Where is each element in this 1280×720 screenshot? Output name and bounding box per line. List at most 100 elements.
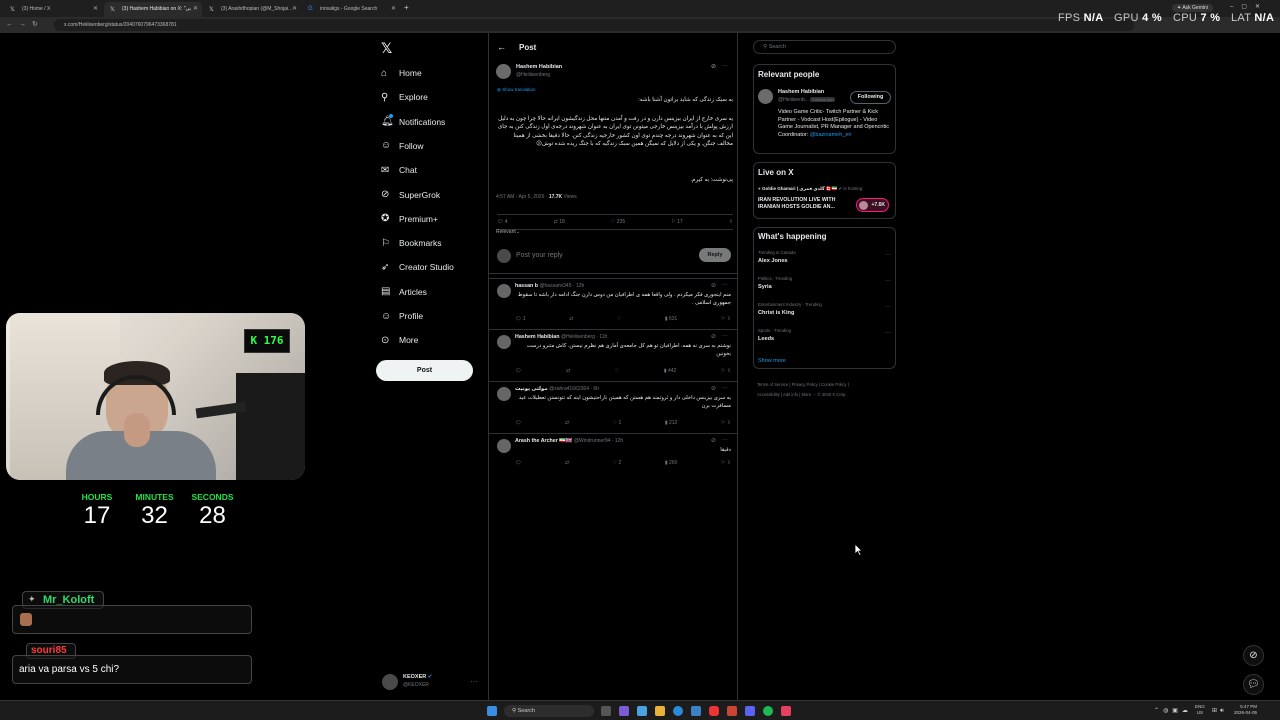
sort-dropdown[interactable]: Relevant⌄ bbox=[496, 229, 520, 235]
more-icon[interactable]: ··· bbox=[885, 252, 891, 258]
nav-arrows-icon[interactable]: ←→↻ bbox=[6, 20, 44, 28]
like-action[interactable]: ♡ 1 bbox=[613, 420, 622, 426]
like-action[interactable]: ♡ 2 bbox=[613, 460, 622, 466]
reply-item[interactable]: Hashem Habibian @Heiiiisenberg · 11h ⊘ ···… bbox=[489, 329, 737, 381]
account-switcher[interactable]: KEOXER ✔ @KEOXER ··· bbox=[382, 672, 482, 694]
tab-profile[interactable]: 𝕏 (3) Arashdhopian (@M_Shojai... ✕ bbox=[203, 2, 301, 17]
reply-action[interactable]: 💬︎ bbox=[515, 420, 521, 426]
grok-icon[interactable]: ⊘ bbox=[711, 282, 716, 289]
windows-start-icon[interactable] bbox=[487, 706, 497, 716]
app-icon[interactable] bbox=[781, 706, 791, 716]
new-tab-button[interactable]: + bbox=[404, 3, 409, 12]
more-icon[interactable]: ··· bbox=[722, 333, 728, 339]
show-translation-link[interactable]: ◍ Show translation bbox=[497, 87, 535, 93]
more-icon[interactable]: ··· bbox=[722, 282, 728, 288]
repost-action[interactable]: ⇄ bbox=[565, 420, 569, 426]
file-explorer-icon[interactable] bbox=[655, 706, 665, 716]
avatar[interactable] bbox=[497, 335, 511, 349]
like-action[interactable]: ♡ 235 bbox=[611, 219, 625, 225]
rp-name[interactable]: Hashem Habibian bbox=[778, 89, 824, 95]
reply-action[interactable]: 💬︎ 1 bbox=[515, 316, 526, 322]
more-icon[interactable]: ··· bbox=[722, 385, 728, 391]
reply-action[interactable]: 💬︎ bbox=[515, 368, 521, 374]
grok-float-button[interactable]: ⊘ bbox=[1243, 645, 1264, 666]
reply-input[interactable]: Post your reply bbox=[516, 252, 563, 259]
reply-action[interactable]: 💬︎ 4 bbox=[497, 219, 508, 225]
footer-links[interactable]: Terms of Service | Privacy Policy | Cook… bbox=[757, 380, 897, 400]
grok-icon[interactable]: ⊘ bbox=[711, 63, 716, 70]
nav-item-profile[interactable]: profile-icon☺ Profile bbox=[381, 305, 486, 327]
following-button[interactable]: Following bbox=[850, 91, 891, 104]
close-icon[interactable]: ✕ bbox=[391, 5, 396, 12]
nav-item-supergrok[interactable]: grok-icon⊘ SuperGrok bbox=[381, 184, 486, 206]
trend-item[interactable]: Trending in Canada Alex Jones ··· bbox=[758, 250, 893, 272]
post-button[interactable]: Post bbox=[376, 360, 473, 381]
reply-item[interactable]: مولتی یونیت @zahra41662364 · 6h ⊘ ··· یه سر… bbox=[489, 381, 737, 433]
close-icon[interactable]: ✕ bbox=[193, 5, 198, 12]
bookmark-share[interactable]: ⚐ ⇪ bbox=[721, 420, 731, 426]
clock[interactable]: 5:47 PM 2026-04-05 bbox=[1234, 704, 1257, 716]
x-logo-icon[interactable]: 𝕏 bbox=[381, 40, 392, 57]
app-icon[interactable] bbox=[637, 706, 647, 716]
live-text[interactable]: IRAN REVOLUTION LIVE WITH IRANIAN HOSTS … bbox=[758, 197, 850, 211]
avatar[interactable] bbox=[496, 64, 511, 79]
reply-action[interactable]: 💬︎ bbox=[515, 460, 521, 466]
nav-item-articles[interactable]: article-icon▤ Articles bbox=[381, 281, 486, 303]
live-host[interactable]: ● Goldie Ghamari | گلدی قمری 🇨🇦🇮🇷 ✔ is h… bbox=[758, 186, 862, 192]
post-handle[interactable]: @Heiiiisenberg bbox=[516, 72, 550, 78]
discord-icon[interactable] bbox=[745, 706, 755, 716]
url-field[interactable]: x.com/Heiiiisenberg/status/2040760796473… bbox=[54, 19, 1134, 31]
nav-item-premium-[interactable]: premium-icon✪ Premium+ bbox=[381, 208, 486, 230]
close-icon[interactable]: ✕ bbox=[93, 5, 98, 12]
ask-gemini-button[interactable]: ✦ Ask Gemini bbox=[1172, 4, 1213, 12]
nav-item-bookmarks[interactable]: bookmark-icon⚐ Bookmarks bbox=[381, 232, 486, 254]
live-listeners-badge[interactable]: +7.6K bbox=[856, 198, 889, 212]
reply-item[interactable]: hassan b @hassanv345 · 12h ⊘ ··· منم اینجور… bbox=[489, 278, 737, 329]
avatar[interactable] bbox=[497, 284, 511, 298]
show-more-link[interactable]: Show more bbox=[758, 358, 786, 364]
bookmark-action[interactable]: ⚐ 17 bbox=[671, 219, 682, 225]
trend-item[interactable]: Entertainment Industry · Trending Christ … bbox=[758, 302, 893, 324]
window-controls[interactable]: –▢✕ bbox=[1230, 3, 1268, 10]
reply-button[interactable]: Reply bbox=[699, 248, 731, 262]
edge-icon[interactable] bbox=[673, 706, 683, 716]
avatar[interactable] bbox=[497, 439, 511, 453]
language-indicator[interactable]: ENG US bbox=[1195, 704, 1205, 716]
more-icon[interactable]: ··· bbox=[885, 330, 891, 336]
more-icon[interactable]: ··· bbox=[722, 63, 728, 69]
store-icon[interactable] bbox=[691, 706, 701, 716]
nav-item-chat[interactable]: chat-icon✉ Chat bbox=[381, 159, 486, 181]
grok-icon[interactable]: ⊘ bbox=[711, 437, 716, 444]
nav-item-creator-studio[interactable]: rocket-icon➶ Creator Studio bbox=[381, 256, 486, 278]
messages-float-button[interactable]: 💬︎ bbox=[1243, 674, 1264, 695]
post-author[interactable]: Hashem Habibian bbox=[516, 64, 562, 70]
spotify-icon[interactable] bbox=[763, 706, 773, 716]
nav-item-more[interactable]: more-circle-icon⊙ More bbox=[381, 329, 486, 351]
app-icon[interactable] bbox=[727, 706, 737, 716]
trend-item[interactable]: Sports · Trending Leeds ··· bbox=[758, 328, 893, 350]
like-action[interactable]: ♡ bbox=[617, 316, 621, 322]
bookmark-share[interactable]: ⚐ ⇪ bbox=[721, 368, 731, 374]
back-arrow-icon[interactable]: ← bbox=[497, 42, 506, 52]
trend-item[interactable]: Politics · Trending Syria ··· bbox=[758, 276, 893, 298]
views-action[interactable]: ▮ 442 bbox=[664, 368, 676, 374]
grok-icon[interactable]: ⊘ bbox=[711, 385, 716, 392]
nav-item-explore[interactable]: search-icon⚲ Explore bbox=[381, 86, 486, 108]
share-icon[interactable]: ⇪ bbox=[729, 219, 733, 225]
network-volume-icons[interactable]: ⊞🔊︎ bbox=[1212, 707, 1227, 715]
task-view-icon[interactable] bbox=[601, 706, 611, 716]
repost-action[interactable]: ⇄ bbox=[566, 368, 570, 374]
repost-action[interactable]: ⇄ 18 bbox=[554, 219, 565, 225]
reply-item[interactable]: Arash the Archer 🇮🇷🇬🇧 @Windrunner94 · 12… bbox=[489, 433, 737, 473]
more-icon[interactable]: ··· bbox=[885, 278, 891, 284]
nav-item-home[interactable]: home-icon⌂ Home bbox=[381, 62, 486, 84]
more-icon[interactable]: ··· bbox=[722, 437, 728, 443]
grok-icon[interactable]: ⊘ bbox=[711, 333, 716, 340]
avatar[interactable] bbox=[758, 89, 773, 104]
tab-google[interactable]: G innsaligs - Google Search ✕ bbox=[302, 2, 400, 17]
avatar[interactable] bbox=[497, 387, 511, 401]
more-icon[interactable]: ··· bbox=[885, 304, 891, 310]
like-action[interactable]: ♡ bbox=[615, 368, 619, 374]
taskbar-search[interactable]: ⚲ Search bbox=[504, 705, 594, 717]
more-icon[interactable]: ··· bbox=[470, 677, 478, 686]
